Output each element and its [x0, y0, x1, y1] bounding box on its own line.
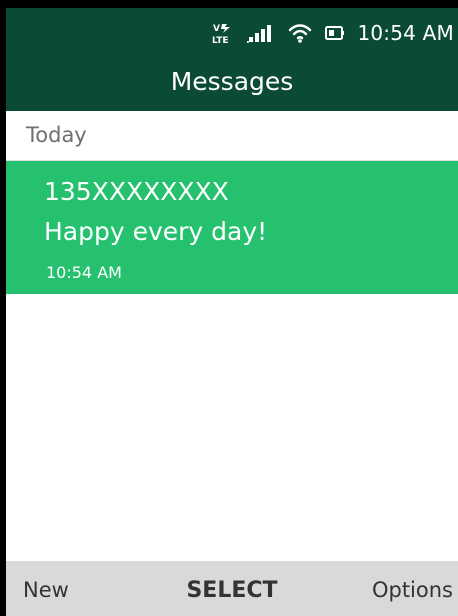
app-header: V LTE 10:54 AM Messages: [6, 8, 458, 111]
status-bar: V LTE 10:54 AM: [211, 18, 454, 48]
options-softkey[interactable]: Options: [372, 574, 453, 606]
svg-text:V: V: [213, 24, 220, 34]
softkey-bar: New SELECT Options: [6, 561, 458, 616]
lte-label: LTE: [212, 36, 229, 45]
status-time: 10:54 AM: [357, 21, 454, 45]
message-sender: 135XXXXXXXX: [44, 177, 229, 206]
message-time: 10:54 AM: [46, 263, 122, 282]
section-label: Today: [26, 123, 87, 147]
signal-strength-icon: [247, 21, 277, 45]
message-list: 135XXXXXXXX Happy every day! 10:54 AM: [6, 161, 458, 561]
message-preview: Happy every day!: [44, 217, 268, 246]
section-header-today: Today: [6, 111, 458, 161]
wifi-icon: [287, 21, 313, 45]
page-title: Messages: [170, 67, 294, 96]
battery-icon: [323, 21, 347, 45]
message-thread-item[interactable]: 135XXXXXXXX Happy every day! 10:54 AM: [6, 161, 458, 294]
phone-screen: V LTE 10:54 AM Messages Today 135XXXXXXX…: [6, 8, 458, 616]
volte-lte-icon: V LTE: [211, 21, 237, 45]
